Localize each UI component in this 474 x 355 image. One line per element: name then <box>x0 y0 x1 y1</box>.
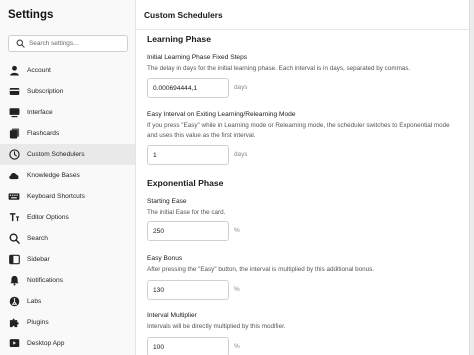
flashcards-icon <box>8 128 20 140</box>
sidebar-icon <box>8 254 20 266</box>
sidebar-item-search[interactable]: Search <box>0 228 135 249</box>
interval-multiplier-description: Intervals will be directly multiplied by… <box>147 323 286 330</box>
starting-ease-unit: % <box>234 227 240 234</box>
sidebar-item-label: Plugins <box>27 319 49 326</box>
labs-icon <box>8 296 20 308</box>
settings-sidebar: Settings Account Subscription Interface <box>0 0 136 355</box>
sidebar-item-label: Knowledge Bases <box>27 172 80 179</box>
sidebar-item-subscription[interactable]: Subscription <box>0 81 135 102</box>
fixed-steps-unit: days <box>234 84 248 91</box>
sidebar-item-label: Editor Options <box>27 214 69 221</box>
exit-interval-description: If you press "Easy" while in Learning mo… <box>147 122 450 139</box>
starting-ease-description: The initial Ease for the card. <box>147 209 226 216</box>
sidebar-item-keyboard-shortcuts[interactable]: Keyboard Shortcuts <box>0 186 135 207</box>
interval-multiplier-label: Interval Multiplier <box>147 312 197 319</box>
starting-ease-label: Starting Ease <box>147 198 187 205</box>
keyboard-icon <box>8 191 20 203</box>
settings-nav: Account Subscription Interface Flashcard… <box>0 60 135 354</box>
user-icon <box>8 65 20 77</box>
sidebar-item-account[interactable]: Account <box>0 60 135 81</box>
sidebar-item-plugins[interactable]: Plugins <box>0 312 135 333</box>
card-icon <box>8 86 20 98</box>
section-title-learning-phase: Learning Phase <box>147 34 211 44</box>
easy-bonus-input[interactable]: 130 <box>147 280 229 300</box>
search-icon <box>8 233 20 245</box>
sidebar-item-editor-options[interactable]: Editor Options <box>0 207 135 228</box>
settings-window: Settings Account Subscription Interface <box>0 0 474 355</box>
starting-ease-input[interactable]: 250 <box>147 221 229 241</box>
sidebar-item-labs[interactable]: Labs <box>0 291 135 312</box>
puzzle-icon <box>8 317 20 329</box>
search-icon <box>13 37 27 51</box>
interval-multiplier-unit: % <box>234 343 240 350</box>
sidebar-item-label: Notifications <box>27 277 63 284</box>
exit-interval-unit: days <box>234 151 248 158</box>
cloud-icon <box>8 170 20 182</box>
exit-interval-input[interactable]: 1 <box>147 145 229 165</box>
sidebar-item-interface[interactable]: Interface <box>0 102 135 123</box>
bell-icon <box>8 275 20 287</box>
sidebar-item-custom-schedulers[interactable]: Custom Schedulers <box>0 144 135 165</box>
desktop-app-icon <box>8 338 20 350</box>
sidebar-item-knowledge-bases[interactable]: Knowledge Bases <box>0 165 135 186</box>
sidebar-item-label: Interface <box>27 109 53 116</box>
sidebar-item-label: Account <box>27 67 51 74</box>
sidebar-item-label: Labs <box>27 298 42 305</box>
sidebar-item-label: Subscription <box>27 88 64 95</box>
easy-bonus-label: Easy Bonus <box>147 255 183 262</box>
sidebar-item-label: Desktop App <box>27 340 65 347</box>
sidebar-item-label: Sidebar <box>27 256 50 263</box>
fixed-steps-input[interactable]: 0.000694444,1 <box>147 78 229 98</box>
sidebar-item-desktop-app[interactable]: Desktop App <box>0 333 135 354</box>
sidebar-item-flashcards[interactable]: Flashcards <box>0 123 135 144</box>
panel-header: Custom Schedulers <box>136 0 469 30</box>
sidebar-item-notifications[interactable]: Notifications <box>0 270 135 291</box>
sidebar-item-label: Flashcards <box>27 130 60 137</box>
easy-bonus-unit: % <box>234 286 240 293</box>
interval-multiplier-input[interactable]: 100 <box>147 337 229 355</box>
fixed-steps-description: The delay in days for the initial learni… <box>147 65 411 72</box>
monitor-icon <box>8 107 20 119</box>
section-title-exponential-phase: Exponential Phase <box>147 178 224 188</box>
search-input[interactable] <box>29 40 125 47</box>
exit-interval-label: Easy Interval on Exiting Learning/Relear… <box>147 111 296 118</box>
sidebar-title: Settings <box>8 9 54 21</box>
sidebar-item-label: Custom Schedulers <box>27 151 85 158</box>
search-box[interactable] <box>8 35 128 52</box>
sidebar-item-label: Search <box>27 235 48 242</box>
text-format-icon <box>8 212 20 224</box>
easy-bonus-description: After pressing the "Easy" button, the in… <box>147 266 375 273</box>
clock-icon <box>8 149 20 161</box>
sidebar-item-label: Keyboard Shortcuts <box>27 193 85 200</box>
settings-main-panel: Custom Schedulers Learning Phase Initial… <box>136 0 469 355</box>
window-scrollbar[interactable] <box>469 0 474 355</box>
page-title: Custom Schedulers <box>144 10 223 20</box>
sidebar-item-sidebar[interactable]: Sidebar <box>0 249 135 270</box>
fixed-steps-label: Initial Learning Phase Fixed Steps <box>147 54 248 61</box>
